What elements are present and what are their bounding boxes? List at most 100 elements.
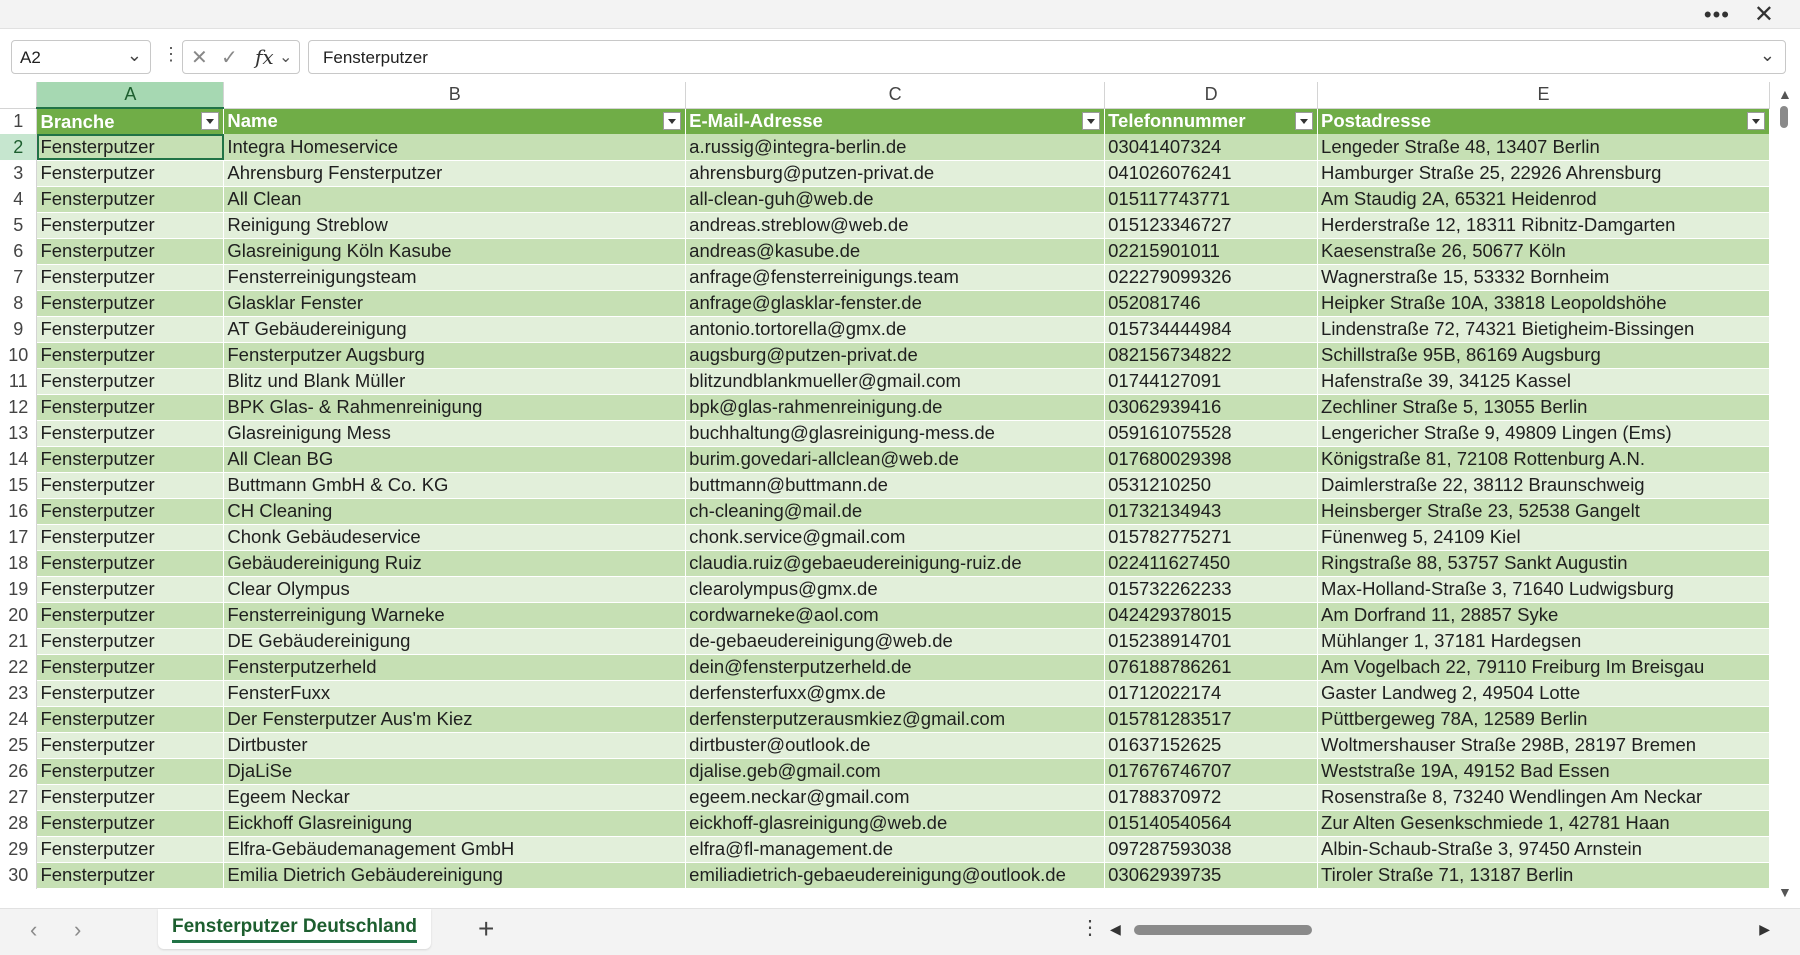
email-cell[interactable]: blitzundblankmueller@gmail.com: [685, 368, 1106, 395]
branche-cell[interactable]: Fensterputzer: [36, 628, 225, 655]
row-header[interactable]: 22: [0, 654, 38, 680]
email-cell[interactable]: cordwarneke@aol.com: [685, 602, 1106, 629]
name-cell[interactable]: Reinigung Streblow: [223, 212, 687, 239]
row-header[interactable]: 6: [0, 238, 38, 264]
phone-cell[interactable]: 082156734822: [1104, 342, 1319, 369]
chevron-down-icon[interactable]: ⌄: [127, 45, 142, 66]
row-header[interactable]: 11: [0, 368, 38, 394]
name-cell[interactable]: All Clean BG: [223, 446, 687, 473]
email-cell[interactable]: claudia.ruiz@gebaeudereinigung-ruiz.de: [685, 550, 1106, 577]
email-cell[interactable]: bpk@glas-rahmenreinigung.de: [685, 394, 1106, 421]
address-cell[interactable]: Weststraße 19A, 49152 Bad Essen: [1317, 758, 1770, 785]
column-header-c[interactable]: C: [685, 82, 1106, 109]
phone-cell[interactable]: 017680029398: [1104, 446, 1319, 473]
email-cell[interactable]: all-clean-guh@web.de: [685, 186, 1106, 213]
branche-cell[interactable]: Fensterputzer: [36, 810, 225, 837]
scrollbar-thumb[interactable]: [1134, 925, 1312, 935]
branche-cell[interactable]: Fensterputzer: [36, 472, 225, 499]
more-options-icon[interactable]: •••: [1704, 2, 1730, 28]
select-all-corner[interactable]: [0, 82, 38, 109]
name-cell[interactable]: Clear Olympus: [223, 576, 687, 603]
name-cell[interactable]: Fensterreinigungsteam: [223, 264, 687, 291]
phone-cell[interactable]: 0531210250: [1104, 472, 1319, 499]
phone-cell[interactable]: 017676746707: [1104, 758, 1319, 785]
row-header[interactable]: 30: [0, 862, 38, 888]
branche-cell[interactable]: Fensterputzer: [36, 264, 225, 291]
address-cell[interactable]: Herderstraße 12, 18311 Ribnitz-Damgarten: [1317, 212, 1770, 239]
email-cell[interactable]: egeem.neckar@gmail.com: [685, 784, 1106, 811]
column-header-e[interactable]: E: [1317, 82, 1770, 109]
chevron-right-icon[interactable]: ›: [74, 917, 81, 943]
row-header[interactable]: 1: [0, 108, 38, 134]
address-cell[interactable]: Daimlerstraße 22, 38112 Braunschweig: [1317, 472, 1770, 499]
branche-cell[interactable]: Fensterputzer: [36, 212, 225, 239]
row-header[interactable]: 24: [0, 706, 38, 732]
branche-cell[interactable]: Fensterputzer: [36, 420, 225, 447]
row-header[interactable]: 10: [0, 342, 38, 368]
branche-cell[interactable]: Fensterputzer: [36, 654, 225, 681]
email-cell[interactable]: andreas@kasube.de: [685, 238, 1106, 265]
phone-cell[interactable]: 015781283517: [1104, 706, 1319, 733]
branche-cell[interactable]: Fensterputzer: [36, 290, 225, 317]
name-cell[interactable]: Blitz und Blank Müller: [223, 368, 687, 395]
email-cell[interactable]: antonio.tortorella@gmx.de: [685, 316, 1106, 343]
email-cell[interactable]: dein@fensterputzerheld.de: [685, 654, 1106, 681]
row-header[interactable]: 26: [0, 758, 38, 784]
address-cell[interactable]: Hamburger Straße 25, 22926 Ahrensburg: [1317, 160, 1770, 187]
address-cell[interactable]: Am Staudig 2A, 65321 Heidenrod: [1317, 186, 1770, 213]
close-icon[interactable]: ✕: [1754, 0, 1774, 29]
row-header[interactable]: 2: [0, 134, 38, 160]
name-cell[interactable]: Der Fensterputzer Aus'm Kiez: [223, 706, 687, 733]
name-box[interactable]: A2 ⌄: [11, 40, 151, 74]
phone-cell[interactable]: 03062939735: [1104, 862, 1319, 889]
row-header[interactable]: 16: [0, 498, 38, 524]
email-cell[interactable]: clearolympus@gmx.de: [685, 576, 1106, 603]
header-cell-branche[interactable]: Branche: [36, 108, 225, 134]
address-cell[interactable]: Heipker Straße 10A, 33818 Leopoldshöhe: [1317, 290, 1770, 317]
row-header[interactable]: 17: [0, 524, 38, 550]
address-cell[interactable]: Hafenstraße 39, 34125 Kassel: [1317, 368, 1770, 395]
phone-cell[interactable]: 01744127091: [1104, 368, 1319, 395]
branche-cell[interactable]: Fensterputzer: [36, 446, 225, 473]
address-cell[interactable]: Gaster Landweg 2, 49504 Lotte: [1317, 680, 1770, 707]
scroll-left-icon[interactable]: ◀: [1110, 921, 1121, 938]
row-header[interactable]: 8: [0, 290, 38, 316]
phone-cell[interactable]: 015117743771: [1104, 186, 1319, 213]
add-sheet-icon[interactable]: +: [478, 913, 494, 945]
branche-cell[interactable]: Fensterputzer: [36, 680, 225, 707]
email-cell[interactable]: djalise.geb@gmail.com: [685, 758, 1106, 785]
vertical-scrollbar[interactable]: ▲ ▼: [1770, 82, 1800, 908]
address-cell[interactable]: Am Vogelbach 22, 79110 Freiburg Im Breis…: [1317, 654, 1770, 681]
address-cell[interactable]: Schillstraße 95B, 86169 Augsburg: [1317, 342, 1770, 369]
email-cell[interactable]: buttmann@buttmann.de: [685, 472, 1106, 499]
email-cell[interactable]: dirtbuster@outlook.de: [685, 732, 1106, 759]
chevron-down-icon[interactable]: ⌄: [279, 47, 292, 67]
filter-dropdown-icon[interactable]: [1082, 111, 1101, 130]
address-cell[interactable]: Mühlanger 1, 37181 Hardegsen: [1317, 628, 1770, 655]
name-cell[interactable]: Glasreinigung Mess: [223, 420, 687, 447]
address-cell[interactable]: Ringstraße 88, 53757 Sankt Augustin: [1317, 550, 1770, 577]
email-cell[interactable]: anfrage@glasklar-fenster.de: [685, 290, 1106, 317]
name-cell[interactable]: Chonk Gebäudeservice: [223, 524, 687, 551]
name-cell[interactable]: DE Gebäudereinigung: [223, 628, 687, 655]
address-cell[interactable]: Lengeder Straße 48, 13407 Berlin: [1317, 134, 1770, 161]
email-cell[interactable]: chonk.service@gmail.com: [685, 524, 1106, 551]
row-header[interactable]: 28: [0, 810, 38, 836]
phone-cell[interactable]: 01732134943: [1104, 498, 1319, 525]
row-header[interactable]: 23: [0, 680, 38, 706]
phone-cell[interactable]: 015123346727: [1104, 212, 1319, 239]
column-header-b[interactable]: B: [223, 82, 687, 109]
email-cell[interactable]: augsburg@putzen-privat.de: [685, 342, 1106, 369]
email-cell[interactable]: derfensterfuxx@gmx.de: [685, 680, 1106, 707]
branche-cell[interactable]: Fensterputzer: [36, 524, 225, 551]
branche-cell[interactable]: Fensterputzer: [36, 368, 225, 395]
name-cell[interactable]: Egeem Neckar: [223, 784, 687, 811]
name-cell[interactable]: CH Cleaning: [223, 498, 687, 525]
phone-cell[interactable]: 022279099326: [1104, 264, 1319, 291]
filter-dropdown-icon[interactable]: [201, 112, 220, 130]
branche-cell[interactable]: Fensterputzer: [36, 134, 225, 161]
phone-cell[interactable]: 01712022174: [1104, 680, 1319, 707]
address-cell[interactable]: Zur Alten Gesenkschmiede 1, 42781 Haan: [1317, 810, 1770, 837]
row-header[interactable]: 27: [0, 784, 38, 810]
email-cell[interactable]: derfensterputzerausmkiez@gmail.com: [685, 706, 1106, 733]
